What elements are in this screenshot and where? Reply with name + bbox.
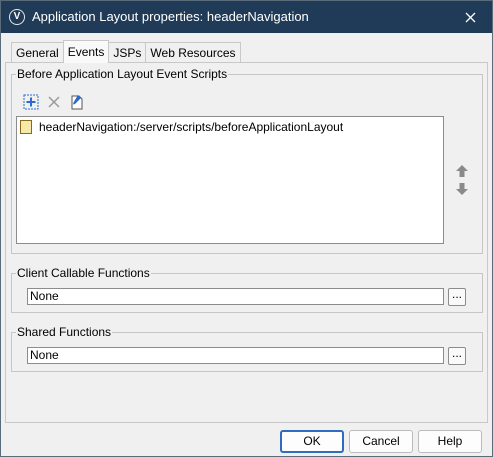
list-item[interactable]: headerNavigation:/server/scripts/beforeA… (20, 119, 343, 135)
list-item-label: headerNavigation:/server/scripts/beforeA… (39, 120, 344, 134)
before-scripts-title: Before Application Layout Event Scripts (16, 67, 229, 81)
edit-script-icon (71, 95, 83, 110)
ok-button[interactable]: OK (280, 430, 344, 453)
script-file-icon (20, 120, 32, 134)
window-title: Application Layout properties: headerNav… (32, 9, 309, 24)
shared-functions-field[interactable]: None (27, 347, 444, 364)
tab-strip: General Events JSPs Web Resources (11, 40, 241, 63)
remove-x-icon (48, 96, 60, 108)
move-down-button[interactable] (454, 181, 470, 197)
event-scripts-list[interactable]: headerNavigation:/server/scripts/beforeA… (16, 116, 444, 244)
cancel-button[interactable]: Cancel (349, 430, 413, 453)
close-button[interactable] (448, 1, 492, 33)
help-button[interactable]: Help (418, 430, 482, 453)
add-script-button[interactable] (22, 93, 40, 111)
arrow-up-icon (456, 165, 468, 177)
tab-events[interactable]: Events (62, 40, 110, 63)
edit-script-button[interactable] (68, 93, 86, 111)
tab-general[interactable]: General (11, 42, 64, 63)
shared-functions-browse-button[interactable]: ... (448, 347, 466, 365)
shared-functions-title: Shared Functions (16, 325, 113, 339)
tab-web-resources[interactable]: Web Resources (145, 42, 241, 63)
properties-dialog: V Application Layout properties: headerN… (0, 0, 493, 457)
move-up-button[interactable] (454, 163, 470, 179)
add-icon (23, 94, 39, 110)
arrow-down-icon (456, 183, 468, 195)
client-callable-field[interactable]: None (27, 288, 444, 305)
client-callable-title: Client Callable Functions (16, 266, 151, 280)
title-bar[interactable]: V Application Layout properties: headerN… (1, 1, 492, 33)
app-logo-icon: V (9, 9, 25, 25)
tab-jsps[interactable]: JSPs (108, 42, 147, 63)
client-callable-browse-button[interactable]: ... (448, 288, 466, 306)
remove-script-button[interactable] (45, 93, 63, 111)
close-icon (465, 12, 475, 22)
